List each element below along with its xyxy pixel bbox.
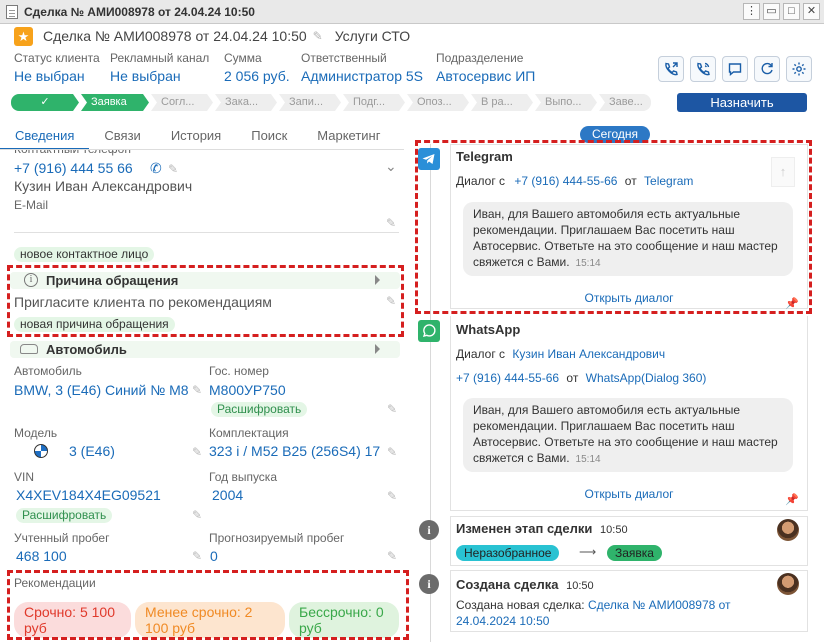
info-icon: i [419,574,439,594]
plate-value[interactable]: М800УР750 [209,382,286,398]
avatar[interactable] [777,573,799,595]
highlight-recommendations [7,570,409,640]
minimize-button[interactable]: ▭ [763,3,780,20]
stage-change-title: Изменен этап сделки [456,521,593,536]
avatar[interactable] [777,519,799,541]
edit-icon[interactable]: ✎ [387,445,397,459]
created-prefix: Создана новая сделка: [456,598,585,612]
action-buttons [658,56,812,82]
year-label: Год выпуска [209,470,277,484]
highlight-reason [7,265,404,337]
plate-label: Гос. номер [209,364,269,378]
contact-phone-label: Контактный телефон [14,142,131,156]
mileage-value[interactable]: 468 100 [16,548,67,564]
whatsapp-phone-line: +7 (916) 444-55-66 от WhatsApp(Dialog 36… [456,371,706,385]
edit-icon[interactable]: ✎ [387,489,397,503]
phone-icon[interactable] [690,56,716,82]
decode-vin-chip[interactable]: Расшифровать [16,508,113,523]
stage-item[interactable]: Опоз... [407,94,469,111]
trim-label: Комплектация [209,426,289,440]
stage-change-header: Изменен этап сделки 10:50 [456,521,628,536]
created-text: Создана новая сделка: Сделка № АМИ008978… [456,597,776,629]
trim-value[interactable]: 323 i / M52 B25 (256S4) 17 [209,443,387,459]
field-value[interactable]: Автосервис ИП [436,68,535,84]
chevron-down-icon[interactable]: ⌄ [385,158,397,175]
chat-icon[interactable] [722,56,748,82]
whatsapp-icon [418,320,440,342]
vin-value[interactable]: X4XEV184X4EG09521 [16,487,161,503]
stage-from-pill: Неразобранное [456,545,560,561]
edit-icon[interactable]: ✎ [386,216,396,230]
message-text: Иван, для Вашего автомобиля есть актуаль… [473,403,778,465]
from-word: от [566,371,579,385]
car-title: Автомобиль [46,342,127,357]
edit-icon[interactable]: ✎ [192,445,202,459]
decode-plate-chip[interactable]: Расшифровать [211,402,308,417]
edit-icon[interactable]: ✎ [387,402,397,416]
phone-call-icon[interactable]: ✆ [150,160,162,177]
edit-icon[interactable]: ✎ [192,549,202,563]
created-header: Создана сделка 10:50 [456,577,594,592]
refresh-icon[interactable] [754,56,780,82]
whatsapp-phone-link[interactable]: +7 (916) 444-55-66 [456,371,559,385]
car-icon [20,344,38,354]
email-underline [14,232,399,233]
assign-button[interactable]: Назначить [677,93,807,112]
created-card: Создана сделка 10:50 Создана новая сделк… [450,570,808,632]
stage-to-pill: Заявка [607,545,662,561]
timeline-panel: Сегодня Telegram ↑ Диалог с +7 (916) 444… [412,124,824,642]
model-value[interactable]: 3 (E46) [69,443,115,459]
mileage-label: Учтенный пробег [14,531,110,545]
car-label: Автомобиль [14,364,82,378]
whatsapp-source-link[interactable]: WhatsApp(Dialog 360) [586,371,707,385]
stage-change-card: Изменен этап сделки 10:50 Неразобранное … [450,516,808,566]
whatsapp-title: WhatsApp [456,322,521,337]
expand-arrow-icon [375,344,380,354]
email-label: E-Mail [14,198,49,212]
arrow-right-icon: ⟶ [579,545,597,559]
car-value[interactable]: BMW, 3 (E46) Синий № М8 [14,382,189,398]
created-title: Создана сделка [456,577,559,592]
pin-icon[interactable]: 📌 [785,493,799,506]
bmw-logo-icon [34,444,48,458]
message-time: 15:14 [575,454,601,465]
vin-label: VIN [14,470,35,484]
whatsapp-card: WhatsApp Диалог с Кузин Иван Александров… [450,316,808,511]
department-field[interactable]: Подразделение Автосервис ИП [436,51,535,84]
open-dialog-link[interactable]: Открыть диалог [451,487,807,501]
edit-icon[interactable]: ✎ [168,162,178,176]
model-label: Модель [14,426,58,440]
info-icon: i [419,520,439,540]
maximize-button[interactable]: □ [783,3,800,20]
dialog-prefix: Диалог с [456,347,506,361]
car-section-header[interactable]: Автомобиль [10,341,400,358]
call-transfer-icon[interactable] [658,56,684,82]
gear-icon[interactable] [786,56,812,82]
edit-icon[interactable]: ✎ [192,508,202,522]
year-value[interactable]: 2004 [212,487,243,503]
whatsapp-contact-link[interactable]: Кузин Иван Александрович [512,347,665,361]
close-button[interactable]: ✕ [803,3,820,20]
whatsapp-dialog-line: Диалог с Кузин Иван Александрович [456,347,665,361]
new-contact-chip[interactable]: новое контактное лицо [14,247,155,262]
forecast-label: Прогнозируемый пробег [209,531,345,545]
whatsapp-message: Иван, для Вашего автомобиля есть актуаль… [463,398,793,472]
field-label: Подразделение [436,51,524,65]
stage-item[interactable]: В ра... [471,94,533,111]
forecast-value[interactable]: 0 [210,548,218,564]
stage-item[interactable]: Выпо... [535,94,597,111]
highlight-telegram [415,140,812,314]
edit-icon[interactable]: ✎ [192,383,202,397]
edit-icon[interactable]: ✎ [387,549,397,563]
stage-item[interactable]: Заве... [599,94,651,111]
stage-change-time: 10:50 [600,524,628,536]
created-time: 10:50 [566,580,594,592]
contact-name[interactable]: Кузин Иван Александрович [14,178,192,194]
more-icon[interactable]: ⋮ [743,3,760,20]
details-panel: Контактный телефон +7 (916) 444 55 66 ✆ … [0,0,410,642]
contact-phone[interactable]: +7 (916) 444 55 66 [14,160,133,176]
